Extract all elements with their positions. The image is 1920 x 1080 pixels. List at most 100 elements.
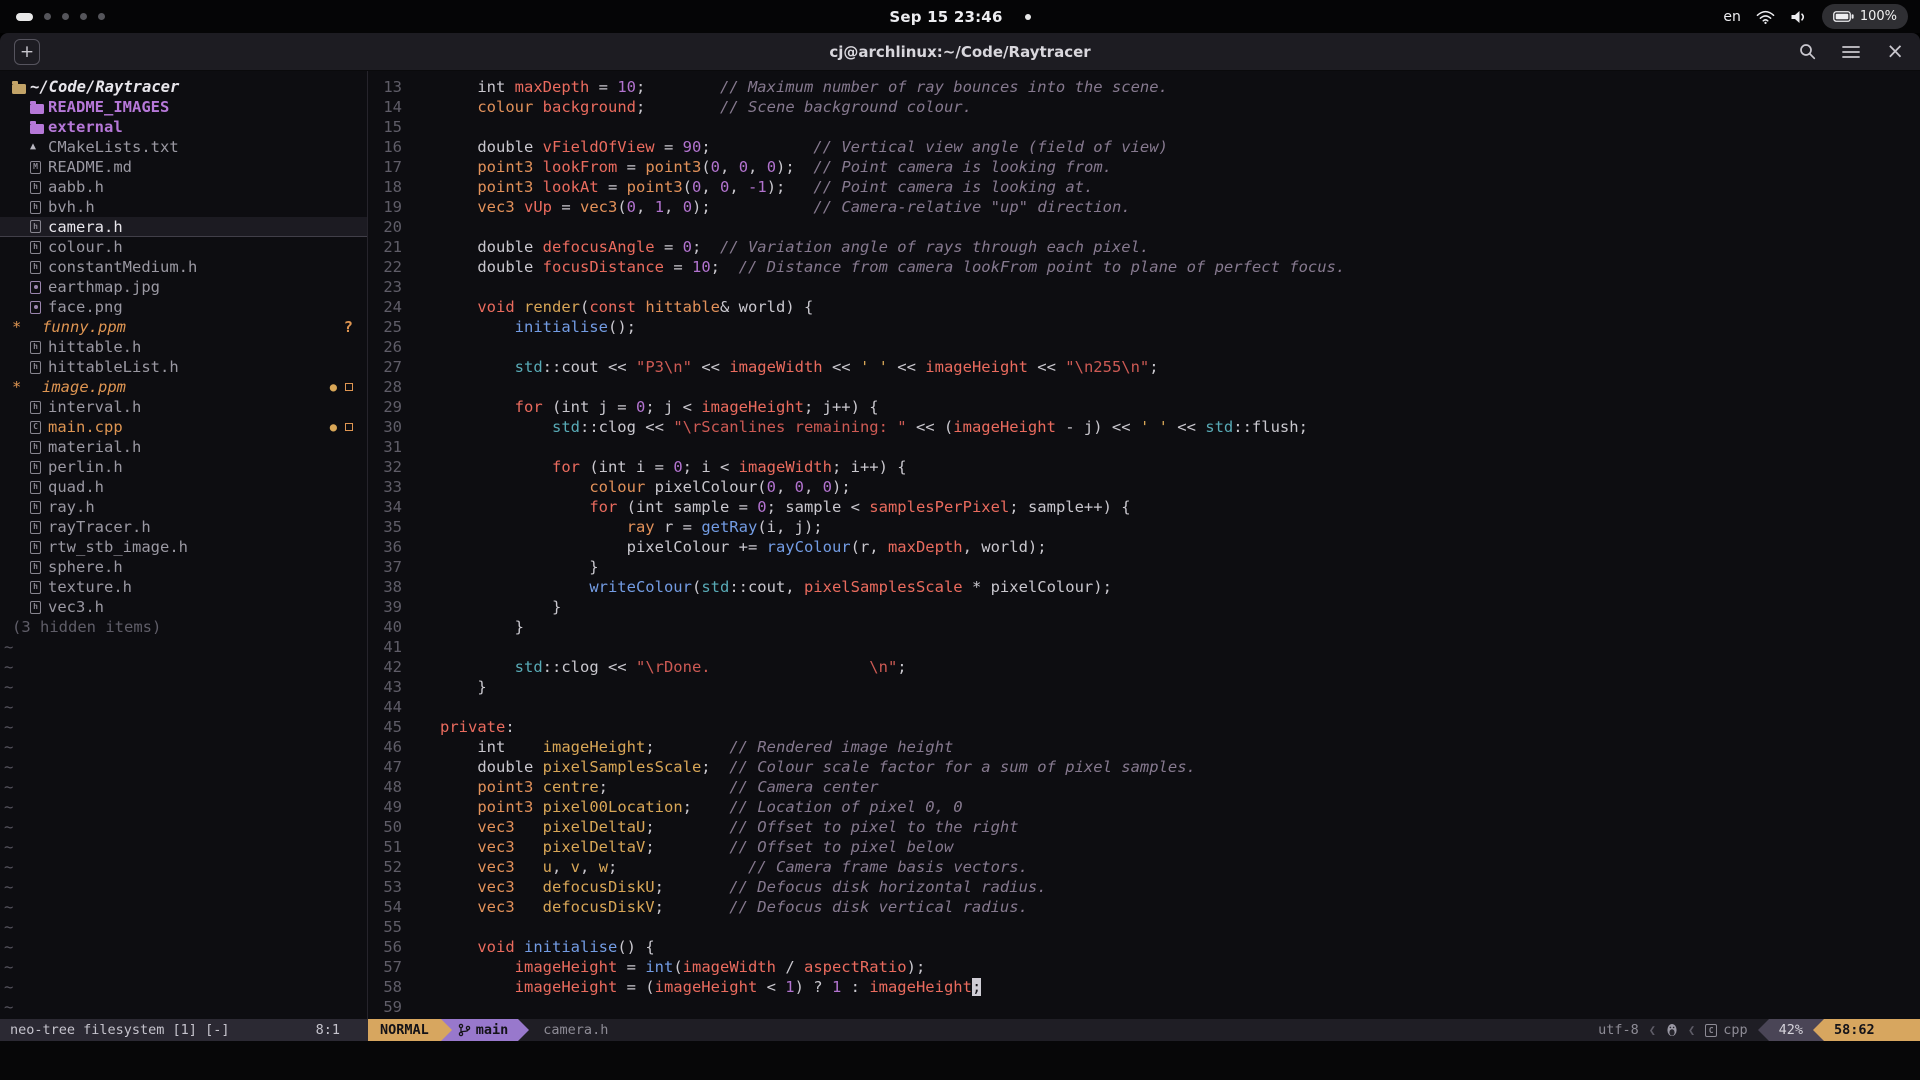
code-line-48[interactable]: 48 point3 centre; // Camera center xyxy=(376,777,1920,797)
tree-item-bvh-h[interactable]: hbvh.h xyxy=(0,197,367,217)
code-line-59[interactable]: 59 xyxy=(376,997,1920,1017)
tree-item-interval-h[interactable]: hinterval.h xyxy=(0,397,367,417)
code-line-38[interactable]: 38 writeColour(std::cout, pixelSamplesSc… xyxy=(376,577,1920,597)
code-line-15[interactable]: 15 xyxy=(376,117,1920,137)
code-line-28[interactable]: 28 xyxy=(376,377,1920,397)
code-line-14[interactable]: 14 colour background; // Scene backgroun… xyxy=(376,97,1920,117)
line-number: 19 xyxy=(376,197,402,217)
battery-indicator[interactable]: 100% xyxy=(1822,4,1908,29)
code-line-35[interactable]: 35 ray r = getRay(i, j); xyxy=(376,517,1920,537)
code-line-40[interactable]: 40 } xyxy=(376,617,1920,637)
code-line-53[interactable]: 53 vec3 defocusDiskU; // Defocus disk ho… xyxy=(376,877,1920,897)
tree-item-vec3-h[interactable]: hvec3.h xyxy=(0,597,367,617)
clock[interactable]: Sep 15 23:46 xyxy=(889,8,1002,26)
tree-item-hittablelist-h[interactable]: hhittableList.h xyxy=(0,357,367,377)
code-line-37[interactable]: 37 } xyxy=(376,557,1920,577)
tree-item-readme-images[interactable]: README_IMAGES xyxy=(0,97,367,117)
empty-buffer-tilde: ~ xyxy=(0,757,367,777)
code-line-25[interactable]: 25 initialise(); xyxy=(376,317,1920,337)
code-line-20[interactable]: 20 xyxy=(376,217,1920,237)
active-workspace-pill[interactable] xyxy=(16,13,33,21)
code-line-34[interactable]: 34 for (int sample = 0; sample < samples… xyxy=(376,497,1920,517)
workspace-dot[interactable] xyxy=(44,13,51,20)
tree-item-face-png[interactable]: face.png xyxy=(0,297,367,317)
tree-item-texture-h[interactable]: htexture.h xyxy=(0,577,367,597)
code-line-32[interactable]: 32 for (int i = 0; i < imageWidth; i++) … xyxy=(376,457,1920,477)
volume-icon[interactable] xyxy=(1790,9,1807,25)
code-line-27[interactable]: 27 std::cout << "P3\n" << imageWidth << … xyxy=(376,357,1920,377)
tree-item-funny-ppm[interactable]: *funny.ppm? xyxy=(0,317,367,337)
new-tab-button[interactable]: + xyxy=(14,39,40,65)
tree-item-code-raytracer[interactable]: ~/Code/Raytracer xyxy=(0,77,367,97)
code-line-45[interactable]: 45private: xyxy=(376,717,1920,737)
tree-item-image-ppm[interactable]: *image.ppm● xyxy=(0,377,367,397)
code-line-31[interactable]: 31 xyxy=(376,437,1920,457)
tree-item-raytracer-h[interactable]: hrayTracer.h xyxy=(0,517,367,537)
code-line-43[interactable]: 43 } xyxy=(376,677,1920,697)
workspace-dot[interactable] xyxy=(62,13,69,20)
code-line-42[interactable]: 42 std::clog << "\rDone. \n"; xyxy=(376,657,1920,677)
code-line-36[interactable]: 36 pixelColour += rayColour(r, maxDepth,… xyxy=(376,537,1920,557)
code-line-44[interactable]: 44 xyxy=(376,697,1920,717)
code-line-57[interactable]: 57 imageHeight = int(imageWidth / aspect… xyxy=(376,957,1920,977)
code-line-24[interactable]: 24 void render(const hittable& world) { xyxy=(376,297,1920,317)
code-line-41[interactable]: 41 xyxy=(376,637,1920,657)
code-line-54[interactable]: 54 vec3 defocusDiskV; // Defocus disk ve… xyxy=(376,897,1920,917)
code-line-49[interactable]: 49 point3 pixel00Location; // Location o… xyxy=(376,797,1920,817)
code-line-26[interactable]: 26 xyxy=(376,337,1920,357)
code-line-39[interactable]: 39 } xyxy=(376,597,1920,617)
code-line-17[interactable]: 17 point3 lookFrom = point3(0, 0, 0); //… xyxy=(376,157,1920,177)
tree-item-colour-h[interactable]: hcolour.h xyxy=(0,237,367,257)
tree-item-material-h[interactable]: hmaterial.h xyxy=(0,437,367,457)
line-number: 33 xyxy=(376,477,402,497)
code-line-46[interactable]: 46 int imageHeight; // Rendered image he… xyxy=(376,737,1920,757)
menu-icon[interactable] xyxy=(1842,45,1860,59)
workspace-indicators[interactable] xyxy=(16,13,105,21)
search-icon[interactable] xyxy=(1799,43,1816,60)
keyboard-layout[interactable]: en xyxy=(1723,9,1741,25)
tree-item-sphere-h[interactable]: hsphere.h xyxy=(0,557,367,577)
workspace-dot[interactable] xyxy=(98,13,105,20)
code-line-16[interactable]: 16 double vFieldOfView = 90; // Vertical… xyxy=(376,137,1920,157)
clock-area[interactable]: Sep 15 23:46 xyxy=(889,8,1030,26)
tree-item-camera-h[interactable]: hcamera.h xyxy=(0,217,367,237)
neotree-statusline: neo-tree filesystem [1] [-] 8:1 xyxy=(0,1019,368,1041)
tree-item-ray-h[interactable]: hray.h xyxy=(0,497,367,517)
code-line-47[interactable]: 47 double pixelSamplesScale; // Colour s… xyxy=(376,757,1920,777)
tree-item-external[interactable]: external xyxy=(0,117,367,137)
workspace-dot[interactable] xyxy=(80,13,87,20)
code-line-29[interactable]: 29 for (int j = 0; j < imageHeight; j++)… xyxy=(376,397,1920,417)
folder-icon xyxy=(30,121,48,134)
code-line-33[interactable]: 33 colour pixelColour(0, 0, 0); xyxy=(376,477,1920,497)
tree-item-earthmap-jpg[interactable]: earthmap.jpg xyxy=(0,277,367,297)
tree-item-hittable-h[interactable]: hhittable.h xyxy=(0,337,367,357)
statusbar-filename: camera.h xyxy=(543,1019,608,1041)
tree-item-quad-h[interactable]: hquad.h xyxy=(0,477,367,497)
editor[interactable]: 13 int maxDepth = 10; // Maximum number … xyxy=(368,71,1920,1019)
close-icon[interactable]: × xyxy=(1886,41,1904,62)
code-line-58[interactable]: 58 imageHeight = (imageHeight < 1) ? 1 :… xyxy=(376,977,1920,997)
tree-item-perlin-h[interactable]: hperlin.h xyxy=(0,457,367,477)
command-line[interactable] xyxy=(0,1041,1920,1080)
code-line-21[interactable]: 21 double defocusAngle = 0; // Variation… xyxy=(376,237,1920,257)
code-line-51[interactable]: 51 vec3 pixelDeltaV; // Offset to pixel … xyxy=(376,837,1920,857)
os-linux-icon xyxy=(1666,1019,1678,1041)
tree-item-rtw-stb-image-h[interactable]: hrtw_stb_image.h xyxy=(0,537,367,557)
tree-item-main-cpp[interactable]: Cmain.cpp● xyxy=(0,417,367,437)
code-line-50[interactable]: 50 vec3 pixelDeltaU; // Offset to pixel … xyxy=(376,817,1920,837)
tree-item-constantmedium-h[interactable]: hconstantMedium.h xyxy=(0,257,367,277)
code-line-55[interactable]: 55 xyxy=(376,917,1920,937)
wifi-icon[interactable] xyxy=(1756,9,1775,25)
tree-item-readme-md[interactable]: MREADME.md xyxy=(0,157,367,177)
code-line-19[interactable]: 19 vec3 vUp = vec3(0, 1, 0); // Camera-r… xyxy=(376,197,1920,217)
code-line-52[interactable]: 52 vec3 u, v, w; // Camera frame basis v… xyxy=(376,857,1920,877)
code-line-23[interactable]: 23 xyxy=(376,277,1920,297)
code-line-18[interactable]: 18 point3 lookAt = point3(0, 0, -1); // … xyxy=(376,177,1920,197)
tree-item-aabb-h[interactable]: haabb.h xyxy=(0,177,367,197)
code-line-13[interactable]: 13 int maxDepth = 10; // Maximum number … xyxy=(376,77,1920,97)
code-line-30[interactable]: 30 std::clog << "\rScanlines remaining: … xyxy=(376,417,1920,437)
tree-item-cmakelists-txt[interactable]: ▲CMakeLists.txt xyxy=(0,137,367,157)
git-branch-badge[interactable]: main xyxy=(452,1019,519,1041)
code-line-56[interactable]: 56 void initialise() { xyxy=(376,937,1920,957)
code-line-22[interactable]: 22 double focusDistance = 10; // Distanc… xyxy=(376,257,1920,277)
